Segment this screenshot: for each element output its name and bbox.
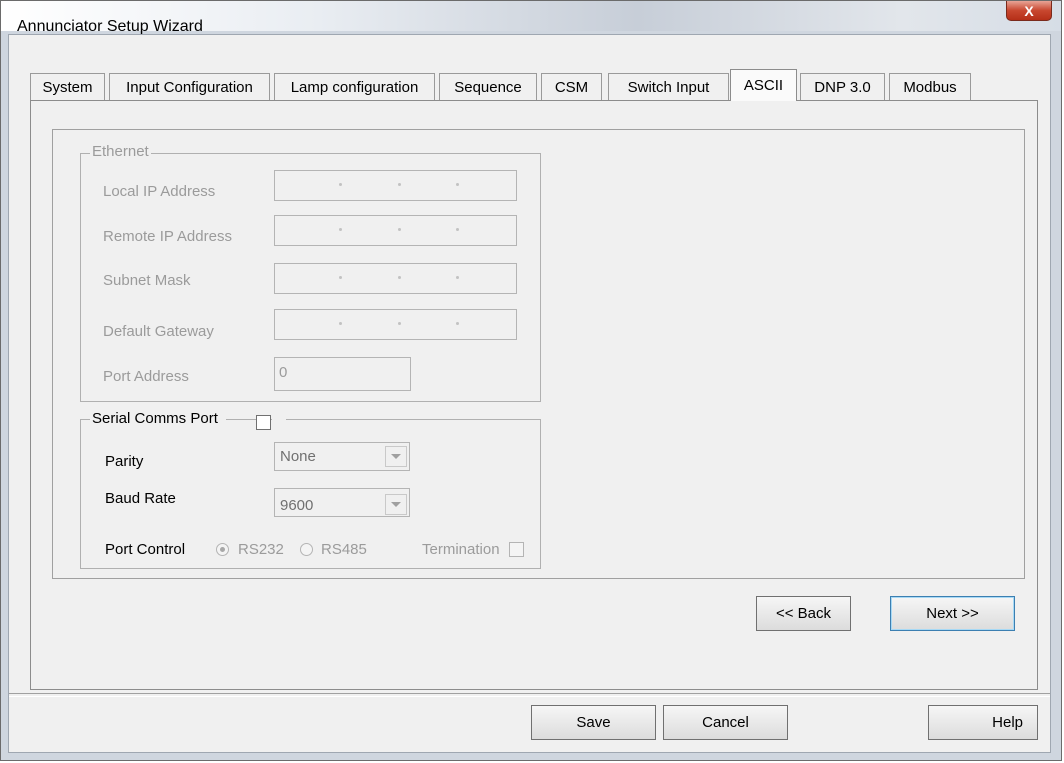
tab-switch-input[interactable]: Switch Input [608, 73, 729, 100]
ethernet-legend: Ethernet [90, 143, 151, 160]
help-button[interactable]: Help [928, 705, 1038, 740]
rs485-radio[interactable] [300, 543, 313, 556]
termination-label: Termination [422, 541, 500, 558]
parity-value: None [280, 448, 316, 465]
chevron-down-icon [385, 446, 407, 467]
default-gateway-field[interactable] [274, 309, 517, 340]
tab-modbus[interactable]: Modbus [889, 73, 971, 100]
serial-comms-legend: Serial Comms Port [90, 410, 226, 427]
tab-dnp3[interactable]: DNP 3.0 [800, 73, 885, 100]
tab-input-configuration[interactable]: Input Configuration [109, 73, 270, 100]
local-ip-field[interactable] [274, 170, 517, 201]
remote-ip-label: Remote IP Address [103, 228, 232, 245]
tab-label: Modbus [903, 78, 957, 96]
tab-ascii[interactable]: ASCII [730, 69, 797, 101]
baud-rate-select[interactable]: 9600 [274, 488, 410, 517]
footer-separator [9, 693, 1050, 697]
tab-label: Sequence [454, 78, 522, 96]
cancel-button[interactable]: Cancel [663, 705, 788, 740]
subnet-mask-label: Subnet Mask [103, 272, 191, 289]
termination-checkbox[interactable] [509, 542, 524, 557]
rs485-label: RS485 [321, 541, 367, 558]
tab-label: DNP 3.0 [814, 78, 871, 96]
next-button[interactable]: Next >> [890, 596, 1015, 631]
port-control-label: Port Control [105, 541, 186, 558]
chevron-down-icon [385, 494, 407, 515]
baud-rate-label: Baud Rate [105, 490, 176, 507]
tab-label: System [42, 78, 93, 96]
tab-sequence[interactable]: Sequence [439, 73, 537, 100]
subnet-mask-field[interactable] [274, 263, 517, 294]
tab-system[interactable]: System [30, 73, 105, 100]
serial-comms-enable-checkbox[interactable] [256, 415, 271, 430]
rs232-radio[interactable] [216, 543, 229, 556]
baud-rate-value: 9600 [280, 497, 314, 514]
back-button[interactable]: << Back [756, 596, 851, 631]
tab-label: ASCII [743, 77, 784, 94]
port-address-label: Port Address [103, 368, 189, 385]
parity-label: Parity [105, 453, 144, 470]
tab-lamp-configuration[interactable]: Lamp configuration [274, 73, 435, 100]
tab-label: CSM [554, 78, 589, 96]
remote-ip-field[interactable] [274, 215, 517, 246]
tab-label: Lamp configuration [290, 78, 419, 96]
close-button[interactable]: X [1006, 1, 1052, 21]
close-icon: X [1024, 2, 1034, 19]
tab-csm[interactable]: CSM [541, 73, 602, 100]
save-button[interactable]: Save [531, 705, 656, 740]
parity-select[interactable]: None [274, 442, 410, 471]
tab-label: Switch Input [627, 78, 710, 96]
title-bar: Annunciator Setup Wizard [1, 1, 1061, 35]
port-address-field[interactable]: 0 [274, 357, 411, 391]
local-ip-label: Local IP Address [103, 183, 216, 200]
tab-label: Input Configuration [126, 78, 253, 96]
legend-gap [272, 412, 286, 424]
rs232-label: RS232 [238, 541, 284, 558]
default-gateway-label: Default Gateway [103, 323, 214, 340]
